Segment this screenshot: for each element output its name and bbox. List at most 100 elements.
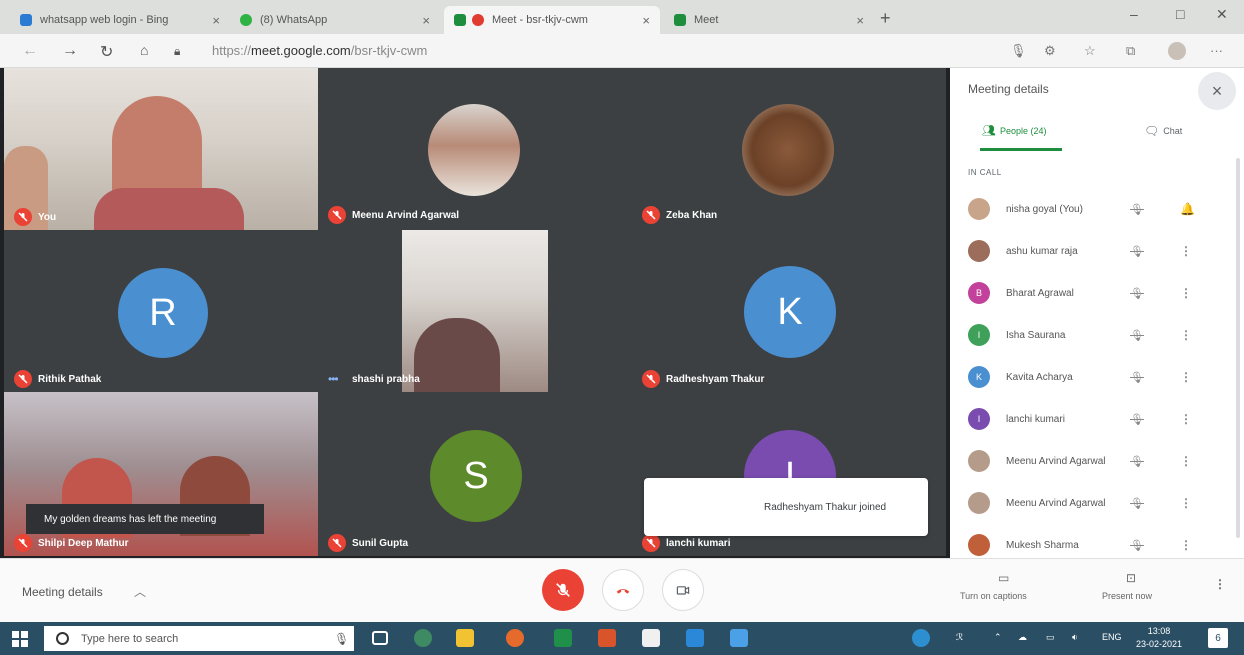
more-options-icon[interactable]: ⋮ [1180,538,1192,552]
participant-tile[interactable]: S Sunil Gupta [318,392,632,556]
mic-off-icon [14,534,32,552]
close-tab-icon[interactable]: × [642,13,650,28]
mic-off-icon[interactable]: 🎙︎ [1130,371,1144,384]
new-tab-icon[interactable]: + [880,8,891,29]
participant-list-item[interactable]: I Isha Saurana 🎙︎ ⋮ [968,316,1234,354]
more-options-icon[interactable]: ⋮ [1180,370,1192,384]
mic-off-icon[interactable]: 🎙︎ [1130,287,1144,300]
video-camera-icon [676,586,690,595]
volume-icon[interactable]: 🔉︎ [1072,632,1078,643]
more-options-icon[interactable]: ⋮ [1180,328,1192,342]
mail-icon[interactable] [730,629,748,647]
battery-icon[interactable]: ▭ [1046,632,1055,643]
participant-tile[interactable]: Zeba Khan [632,68,946,230]
firefox-icon[interactable] [506,629,524,647]
tab-chat[interactable]: 🗨︎ Chat [1144,124,1182,138]
close-panel-icon[interactable]: × [1198,72,1236,110]
weather-icon[interactable] [912,629,930,647]
file-explorer-icon[interactable] [456,629,474,647]
participant-list-name: lanchi kumari [1006,413,1065,425]
collections-icon[interactable]: ⧉ [1126,43,1135,59]
close-tab-icon[interactable]: × [422,13,430,28]
tab-people[interactable]: 👥︎ People (24) [982,124,1047,137]
maximize-icon[interactable]: □ [1176,6,1184,22]
people-tray-icon[interactable]: ℛ [956,632,963,643]
task-view-icon[interactable] [372,631,388,645]
participant-tile-active-speaker[interactable]: ••• shashi prabha [318,230,632,392]
profile-avatar[interactable] [1168,42,1186,60]
language-indicator[interactable]: ENG [1102,632,1122,642]
participant-list-item[interactable]: Ilanchi kumari 🎙︎ ⋮ [968,400,1234,438]
chevron-up-icon[interactable]: ︿ [134,583,146,600]
participant-name: Radheshyam Thakur [666,374,765,385]
network-icon[interactable]: ☁ [1018,632,1027,643]
favorite-star-icon[interactable]: ☆ [1084,43,1096,59]
site-info-icon[interactable]: ⚙︎ [1044,43,1056,59]
participant-tile[interactable]: K Radheshyam Thakur [632,230,946,392]
pin-icon[interactable]: 🔔 [1180,202,1195,216]
close-tab-icon[interactable]: × [212,13,220,28]
participant-list-item[interactable]: K Kavita Acharya 🎙︎ ⋮ [968,358,1234,396]
mic-off-icon[interactable]: 🎙︎ [1130,245,1144,258]
close-tab-icon[interactable]: × [856,13,864,28]
reload-icon[interactable]: ↻ [100,42,113,62]
home-icon[interactable]: ⌂ [140,42,148,58]
mic-off-icon[interactable]: 🎙︎ [1130,497,1144,510]
notification-center-icon[interactable]: 6 [1208,628,1228,648]
participant-list-item[interactable]: ashu kumar raja 🎙︎ ⋮ [968,232,1234,270]
close-window-icon[interactable]: ✕ [1216,6,1228,23]
mic-off-icon [642,534,660,552]
url-field[interactable]: https://meet.google.com/bsr-tkjv-cwm [212,43,427,58]
mic-off-icon[interactable]: 🎙︎ [1130,455,1144,468]
tab-bing-search[interactable]: whatsapp web login - Bing × [10,6,230,34]
camera-toggle-button[interactable] [662,569,704,611]
more-options-icon[interactable]: ⋮ [1180,496,1192,510]
tab-meet[interactable]: Meet × [664,6,874,34]
mic-off-icon[interactable]: 🎙︎ [1130,539,1144,552]
mic-off-icon [642,206,660,224]
taskbar-search-input[interactable]: Type here to search 🎙︎ [44,626,354,651]
present-now-button[interactable]: Present now [1102,591,1152,601]
windows-start-icon[interactable] [12,631,28,647]
captions-button[interactable]: Turn on captions [960,591,1027,601]
participant-tile[interactable]: R Rithik Pathak [4,230,318,392]
leave-call-button[interactable] [602,569,644,611]
captions-icon[interactable]: ▭ [998,571,1009,585]
more-options-icon[interactable]: ⋮ [1180,454,1192,468]
mic-off-icon[interactable]: 🎙︎ [1130,203,1144,216]
tab-whatsapp[interactable]: (8) WhatsApp × [230,6,440,34]
mic-off-icon[interactable]: 🎙︎ [1130,413,1144,426]
participant-avatar [968,450,990,472]
powerpoint-icon[interactable] [598,629,616,647]
more-options-icon[interactable]: ⋮ [1180,412,1192,426]
panel-scrollbar[interactable] [1236,158,1240,538]
participant-list-item[interactable]: B Bharat Agrawal 🎙︎ ⋮ [968,274,1234,312]
back-icon[interactable]: ← [22,42,38,60]
participant-tile[interactable]: Meenu Arvind Agarwal [318,68,632,230]
more-options-icon[interactable]: ⋮ [1180,244,1192,258]
speaking-indicator-icon: ••• [328,372,339,386]
forward-icon[interactable]: → [62,42,78,60]
participant-list-item[interactable]: nisha goyal (You) 🎙︎ 🔔 [968,190,1234,228]
microphone-icon[interactable]: 🎙︎ [334,632,349,646]
system-clock[interactable]: 13:08 23-02-2021 [1136,625,1182,651]
edge-browser-icon[interactable] [414,629,432,647]
participant-list-item[interactable]: Meenu Arvind Agarwal 🎙︎ ⋮ [968,484,1234,522]
excel-icon[interactable] [554,629,572,647]
tab-meet-active[interactable]: Meet - bsr-tkjv-cwm × [444,6,660,34]
microphone-permission-icon[interactable]: 🎙︎ [1010,43,1027,59]
participant-list-item[interactable]: Meenu Arvind Agarwal 🎙︎ ⋮ [968,442,1234,480]
mic-off-icon[interactable]: 🎙︎ [1130,329,1144,342]
participant-avatar [968,240,990,262]
store-icon[interactable] [642,629,660,647]
microphone-toggle-button[interactable] [542,569,584,611]
more-menu-icon[interactable]: ··· [1210,43,1223,58]
present-screen-icon[interactable]: ⊡ [1126,571,1136,585]
more-options-icon[interactable]: ⋮ [1214,577,1226,591]
meeting-details-toggle[interactable]: Meeting details [22,585,103,599]
more-options-icon[interactable]: ⋮ [1180,286,1192,300]
photos-icon[interactable] [686,629,704,647]
participant-tile-self[interactable]: You [4,68,318,230]
minimize-icon[interactable]: – [1130,6,1138,22]
chevron-up-icon[interactable]: ⌃ [994,632,1002,643]
